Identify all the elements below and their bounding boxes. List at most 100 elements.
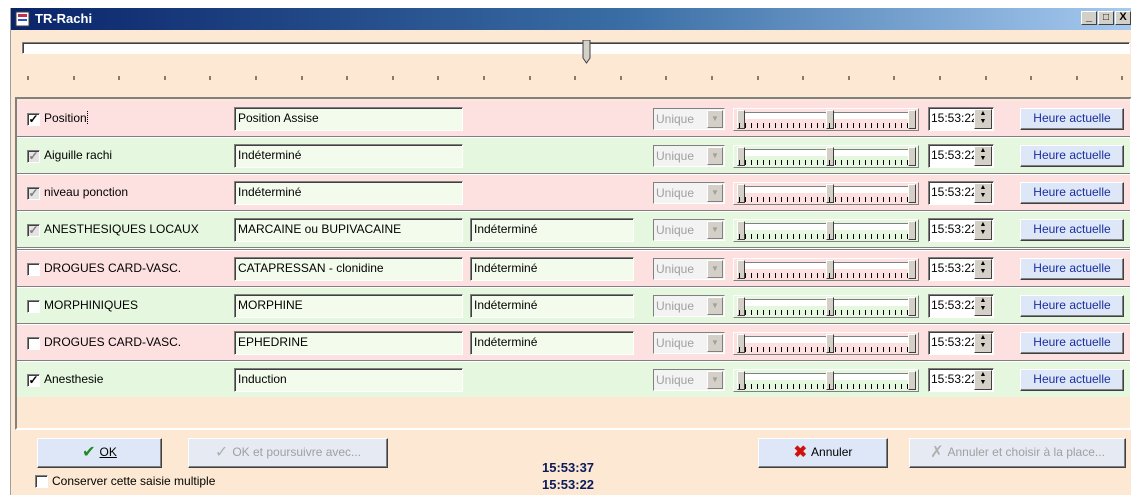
entry-value-field[interactable]: Indéterminé: [234, 144, 463, 168]
entry-checkbox[interactable]: [27, 337, 40, 350]
entry-label: ANESTHESIQUES LOCAUX: [44, 222, 234, 236]
spin-down-icon[interactable]: ▼: [975, 379, 991, 387]
title-bar[interactable]: TR-Rachi _ □ X: [11, 8, 1131, 30]
entry-checkbox[interactable]: ✓: [27, 187, 40, 200]
spin-up-icon[interactable]: ▲: [975, 221, 991, 229]
timeline-tick: [391, 76, 394, 80]
minimize-button[interactable]: _: [1081, 11, 1097, 25]
entry-detail-field[interactable]: Indéterminé: [470, 257, 634, 281]
time-spinner[interactable]: ▲ ▼: [974, 146, 992, 166]
spin-up-icon[interactable]: ▲: [975, 260, 991, 268]
ok-continue-button[interactable]: ✓ OK et poursuivre avec...: [188, 438, 388, 468]
entry-checkbox[interactable]: ✓: [27, 374, 40, 387]
entry-detail-field[interactable]: Indéterminé: [470, 218, 634, 242]
spin-down-icon[interactable]: ▼: [975, 118, 991, 126]
current-time-button[interactable]: Heure actuelle: [1020, 295, 1124, 317]
time-spinner[interactable]: ▲ ▼: [974, 296, 992, 316]
entry-label: MORPHINIQUES: [44, 298, 234, 312]
time-spinner[interactable]: ▲ ▼: [974, 370, 992, 390]
entry-value-field[interactable]: Position Assise: [234, 107, 463, 131]
time-spinner[interactable]: ▲ ▼: [974, 109, 992, 129]
spin-up-icon[interactable]: ▲: [975, 334, 991, 342]
mode-select[interactable]: Unique ▼: [653, 145, 725, 167]
maximize-button[interactable]: □: [1098, 11, 1114, 25]
close-button[interactable]: X: [1115, 11, 1131, 25]
spin-up-icon[interactable]: ▲: [975, 184, 991, 192]
mode-select-value: Unique: [656, 223, 695, 237]
entry-checkbox[interactable]: ✓: [27, 150, 40, 163]
cross-icon: ✖: [793, 444, 808, 462]
current-time-button[interactable]: Heure actuelle: [1020, 108, 1124, 130]
entry-row: ✓ Anesthesie Induction Unique ▼ 15:53:22 ▲ ▼ Heu…: [17, 362, 1130, 397]
entry-value-field[interactable]: Induction: [234, 368, 463, 392]
entry-label-text: ANESTHESIQUES LOCAUX: [44, 222, 199, 236]
entry-detail-field[interactable]: Indéterminé: [470, 294, 634, 318]
time-range-slider[interactable]: [733, 108, 919, 131]
entry-value-field[interactable]: MORPHINE: [234, 294, 463, 318]
entry-detail-field[interactable]: Indéterminé: [470, 331, 634, 355]
timeline-track[interactable]: [22, 42, 1130, 54]
time-range-slider[interactable]: [733, 332, 919, 355]
cancel-button[interactable]: ✖ Annuler: [758, 438, 888, 468]
entry-label-text: MORPHINIQUES: [44, 298, 139, 312]
cancel-choose-button[interactable]: ✗ Annuler et choisir à la place...: [909, 438, 1126, 468]
spin-down-icon[interactable]: ▼: [975, 268, 991, 276]
mode-select[interactable]: Unique ▼: [653, 108, 725, 130]
timeline-tick: [437, 76, 440, 80]
spin-down-icon[interactable]: ▼: [975, 342, 991, 350]
time-range-slider[interactable]: [733, 369, 919, 392]
spin-up-icon[interactable]: ▲: [975, 147, 991, 155]
mode-select[interactable]: Unique ▼: [653, 219, 725, 241]
mode-select[interactable]: Unique ▼: [653, 369, 725, 391]
mode-select[interactable]: Unique ▼: [653, 182, 725, 204]
entry-checkbox[interactable]: ✓: [27, 113, 40, 126]
keep-label: Conserver cette saisie multiple: [52, 474, 216, 488]
timeline-tick: [209, 76, 212, 80]
timeline-tick: [72, 76, 75, 80]
current-time-button[interactable]: Heure actuelle: [1020, 332, 1124, 354]
entry-label: Position: [44, 111, 234, 125]
entry-checkbox[interactable]: [27, 263, 40, 276]
current-time-button[interactable]: Heure actuelle: [1020, 182, 1124, 204]
entry-label-text: DROGUES CARD-VASC.: [44, 335, 182, 349]
entry-checkbox[interactable]: ✓: [27, 224, 40, 237]
time-range-slider[interactable]: [733, 145, 919, 168]
entry-value-field[interactable]: MARCAINE ou BUPIVACAINE: [234, 218, 463, 242]
time-spinner[interactable]: ▲ ▼: [974, 183, 992, 203]
spin-down-icon[interactable]: ▼: [975, 192, 991, 200]
current-time-button[interactable]: Heure actuelle: [1020, 369, 1124, 391]
spin-down-icon[interactable]: ▼: [975, 155, 991, 163]
entry-value-field[interactable]: EPHEDRINE: [234, 331, 463, 355]
timeline-tick: [665, 76, 668, 80]
time-spinner[interactable]: ▲ ▼: [974, 333, 992, 353]
entry-value-field[interactable]: Indéterminé: [234, 181, 463, 205]
mode-select[interactable]: Unique ▼: [653, 258, 725, 280]
time-range-slider[interactable]: [733, 219, 919, 242]
timeline-tick: [27, 76, 29, 80]
spin-up-icon[interactable]: ▲: [975, 110, 991, 118]
spin-up-icon[interactable]: ▲: [975, 297, 991, 305]
mode-select[interactable]: Unique ▼: [653, 295, 725, 317]
time-spinner[interactable]: ▲ ▼: [974, 259, 992, 279]
entry-label-text: Position: [44, 111, 88, 125]
mode-select[interactable]: Unique ▼: [653, 332, 725, 354]
window-title: TR-Rachi: [35, 11, 93, 26]
ok-button[interactable]: ✔ OK: [37, 438, 162, 468]
entry-value-field[interactable]: CATAPRESSAN - clonidine: [234, 257, 463, 281]
spin-down-icon[interactable]: ▼: [975, 229, 991, 237]
time-range-slider[interactable]: [733, 295, 919, 318]
entry-checkbox[interactable]: [27, 300, 40, 313]
selected-clock: 15:53:22: [542, 477, 595, 492]
spin-down-icon[interactable]: ▼: [975, 305, 991, 313]
time-range-slider[interactable]: [733, 258, 919, 281]
keep-checkbox[interactable]: [35, 475, 48, 488]
timeline-thumb[interactable]: [582, 40, 592, 64]
current-time-button[interactable]: Heure actuelle: [1020, 219, 1124, 241]
current-time-button[interactable]: Heure actuelle: [1020, 145, 1124, 167]
time-spinner[interactable]: ▲ ▼: [974, 220, 992, 240]
spin-up-icon[interactable]: ▲: [975, 371, 991, 379]
current-time-button[interactable]: Heure actuelle: [1020, 258, 1124, 280]
entries-panel: ✓ Position Position Assise Unique ▼ 15:53:22 ▲…: [15, 97, 1131, 430]
time-range-slider[interactable]: [733, 182, 919, 205]
mode-select-value: Unique: [656, 373, 695, 387]
